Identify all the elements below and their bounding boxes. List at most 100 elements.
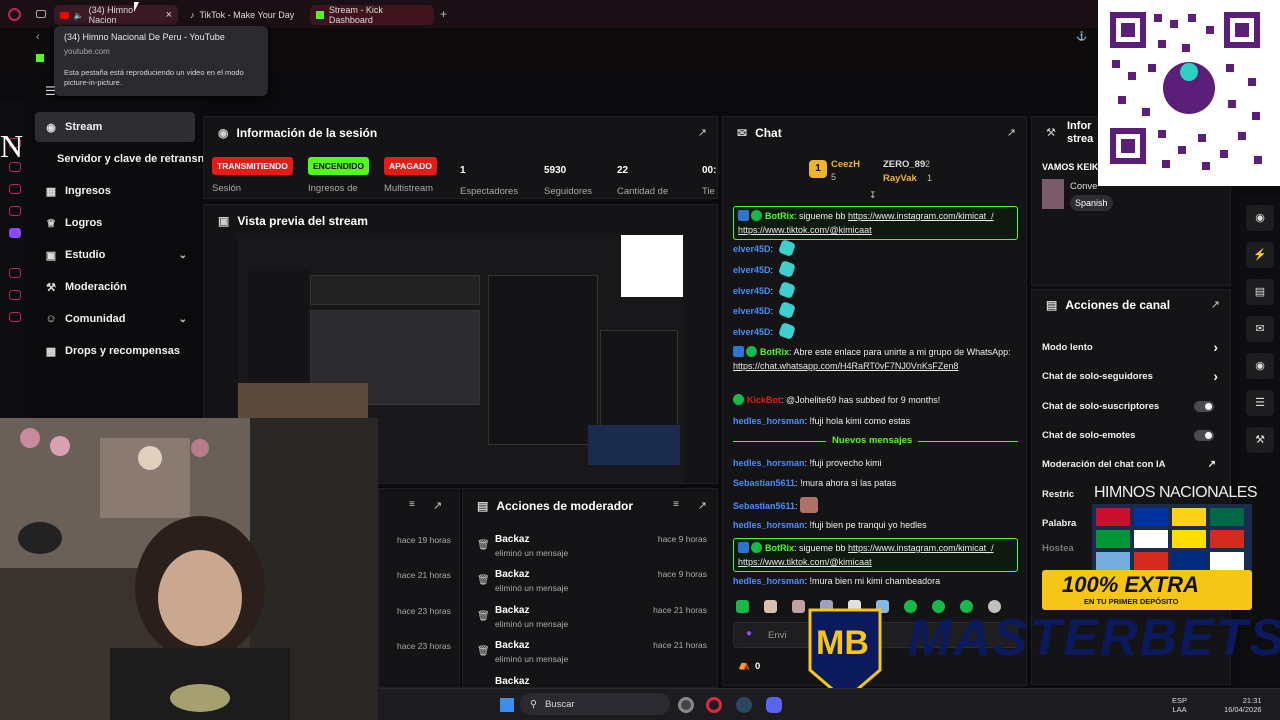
chat-link[interactable]: https://www.tiktok.com/@kimicaat: [738, 557, 872, 567]
status-badge: APAGADO: [384, 157, 437, 175]
log-time: hace 21 horas: [653, 605, 707, 615]
broadcast-icon[interactable]: ◉: [1246, 353, 1274, 379]
chat-username[interactable]: hedles_horsman: [733, 458, 805, 468]
chat-username[interactable]: hedles_horsman: [733, 576, 805, 586]
top-user-name[interactable]: CeezH: [831, 159, 860, 170]
tab-menu-icon[interactable]: [36, 10, 46, 18]
list-icon[interactable]: ☰: [1246, 390, 1274, 416]
chat-username[interactable]: BotRix: [765, 543, 794, 553]
instagram-icon[interactable]: [9, 206, 21, 216]
toggle-switch[interactable]: [1194, 401, 1214, 412]
chat-username[interactable]: elver45D: [733, 327, 771, 337]
action-host[interactable]: Hostea: [1042, 543, 1092, 554]
chat-username[interactable]: elver45D: [733, 244, 771, 254]
sidebar-item-drops[interactable]: ▩ Drops y recompensas: [35, 336, 195, 366]
chat-text: !fuji provecho kimi: [809, 458, 882, 468]
expand-icon[interactable]: ↗: [698, 499, 707, 512]
chat-username[interactable]: Sebastian5611: [733, 478, 795, 488]
list-item: 🗑 Backaz eliminó un mensaje hace 21 hora…: [477, 640, 707, 674]
chrome-icon[interactable]: [678, 697, 694, 713]
sidebar-item-comunidad[interactable]: ☺ Comunidad ⌄: [35, 304, 195, 334]
action-slow-mode[interactable]: Modo lento ›: [1042, 339, 1224, 355]
emote-icon[interactable]: [764, 600, 777, 613]
chat-link[interactable]: https://chat.whatsapp.com/H4RaRT0vF7NJ0V…: [733, 361, 958, 371]
expand-icon[interactable]: ↗: [433, 499, 442, 512]
sidebar-item-server-key[interactable]: Servidor y clave de retransn: [35, 144, 207, 174]
steam-icon[interactable]: [736, 697, 752, 713]
chat-message: BotRix: sigueme bb https://www.instagram…: [733, 538, 1018, 572]
document-icon[interactable]: ▤: [1246, 279, 1274, 305]
top-user-name[interactable]: ZERO_89: [883, 159, 925, 170]
chat-username[interactable]: elver45D: [733, 306, 771, 316]
toggle-switch[interactable]: [1194, 430, 1214, 441]
camera-icon[interactable]: ◉: [1246, 205, 1274, 231]
menu-icon[interactable]: ☰: [45, 84, 56, 98]
clock[interactable]: 21:31 16/04/2026: [1224, 696, 1262, 714]
chat-username[interactable]: elver45D: [733, 286, 771, 296]
action-subscribers-only[interactable]: Chat de solo-suscriptores: [1042, 401, 1224, 412]
settings-icon[interactable]: [9, 312, 21, 322]
action-ai-moderation[interactable]: Moderación del chat con IA ↗: [1042, 459, 1224, 470]
downloads-icon[interactable]: [9, 290, 21, 300]
session-info-panel: ◉ Información de la sesión ↗ TRANSMITIEN…: [203, 116, 718, 199]
log-user[interactable]: Backaz: [495, 569, 529, 580]
log-user[interactable]: Backaz: [495, 605, 529, 616]
sidebar-item-logros[interactable]: ♕ Logros: [35, 208, 195, 238]
chat-username[interactable]: KickBot: [747, 395, 781, 405]
points-icon[interactable]: ⛺: [738, 660, 750, 671]
expand-icon[interactable]: ↗: [1211, 298, 1220, 311]
action-restrictions[interactable]: Restric: [1042, 489, 1092, 500]
log-user[interactable]: Backaz: [495, 640, 529, 651]
stat-label: Sesión: [212, 183, 242, 194]
new-tab-icon[interactable]: +: [440, 7, 447, 21]
twitch-icon[interactable]: [9, 228, 21, 238]
sidebar-item-stream[interactable]: ◉ Stream: [35, 112, 195, 142]
history-icon[interactable]: [9, 268, 21, 278]
lightning-icon[interactable]: ⚡: [1246, 242, 1274, 268]
sidebar-item-moderacion[interactable]: ⚒ Moderación: [35, 272, 195, 302]
filter-icon[interactable]: ≡: [673, 499, 679, 510]
chat-username[interactable]: elver45D: [733, 265, 771, 275]
windows-start-icon[interactable]: [500, 698, 514, 712]
tab-kick[interactable]: Stream - Kick Dashboard: [310, 5, 434, 25]
taskbar-search[interactable]: ⚲ Buscar: [520, 693, 670, 715]
top-user-name[interactable]: RayVak: [883, 173, 917, 184]
input-language[interactable]: ESP LAA: [1172, 696, 1187, 714]
chat-username[interactable]: BotRix: [760, 347, 789, 357]
chat-icon[interactable]: ✉: [1246, 316, 1274, 342]
sidebar-item-ingresos[interactable]: ▦ Ingresos: [35, 176, 195, 206]
wrench-icon[interactable]: ⚒: [1246, 427, 1274, 453]
yape-qr-code: [1098, 0, 1280, 186]
action-words[interactable]: Palabra: [1042, 518, 1092, 529]
chat-link[interactable]: https://www.instagram.com/kimicat_/: [848, 543, 994, 553]
close-tab-icon[interactable]: ×: [166, 9, 172, 21]
pin-icon[interactable]: ⚓: [1076, 31, 1087, 42]
discord-icon[interactable]: [766, 697, 782, 713]
chat-link[interactable]: https://www.tiktok.com/@kimicaat: [738, 225, 872, 235]
tab-youtube[interactable]: 🔈 (34) Himno Nacion ×: [54, 5, 178, 25]
messenger-icon[interactable]: [9, 184, 21, 194]
speaker-icon[interactable]: 🔈: [74, 11, 84, 20]
stat-followers: 5930 Seguidores: [544, 161, 592, 197]
chat-username[interactable]: Sebastian5611: [733, 501, 795, 511]
action-followers-only[interactable]: Chat de solo-seguidores ›: [1042, 368, 1224, 384]
opera-icon[interactable]: [8, 8, 21, 21]
opera-taskbar-icon[interactable]: [706, 697, 722, 713]
expand-icon[interactable]: ↗: [1007, 126, 1016, 139]
list-item: 🗑 Backaz eliminó un mensaje hace 9 horas: [477, 534, 707, 568]
sidebar-item-estudio[interactable]: ▣ Estudio ⌄: [35, 240, 195, 270]
mic-icon[interactable]: ●: [746, 628, 752, 639]
chat-username[interactable]: hedles_horsman: [733, 520, 805, 530]
action-emotes-only[interactable]: Chat de solo-emotes: [1042, 430, 1224, 441]
back-icon[interactable]: ‹: [36, 31, 40, 43]
filter-icon[interactable]: ≡: [409, 499, 415, 510]
chat-username[interactable]: BotRix: [765, 211, 794, 221]
log-user[interactable]: Backaz: [495, 534, 529, 545]
tab-tiktok[interactable]: ♪ TikTok - Make Your Day: [184, 5, 302, 25]
chat-username[interactable]: hedles_horsman: [733, 416, 805, 426]
expand-icon[interactable]: ↗: [698, 126, 707, 139]
emote-icon[interactable]: [736, 600, 749, 613]
scroll-down-icon[interactable]: ↧: [869, 190, 877, 201]
log-user[interactable]: Backaz: [495, 676, 529, 687]
chat-link[interactable]: https://www.instagram.com/kimicat_/: [848, 211, 994, 221]
